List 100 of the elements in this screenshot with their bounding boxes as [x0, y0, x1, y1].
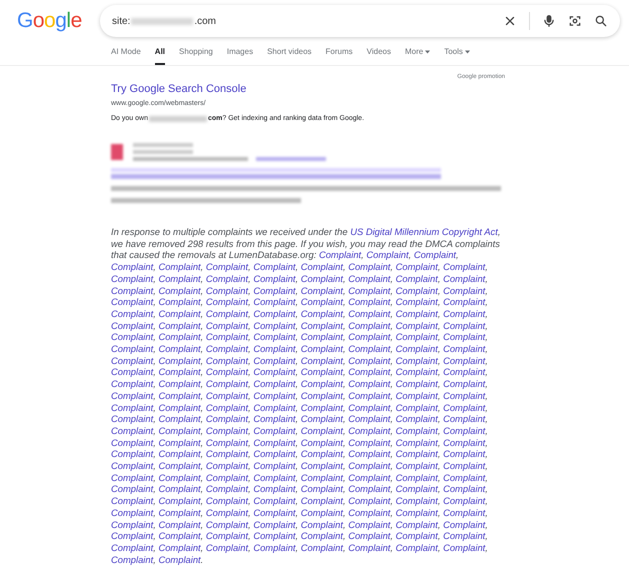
complaint-link[interactable]: Complaint [158, 554, 201, 565]
complaint-link[interactable]: Complaint [443, 518, 486, 530]
complaint-link[interactable]: Complaint [396, 320, 438, 331]
complaint-link[interactable]: Complaint [443, 261, 486, 272]
complaint-link[interactable]: Complaint [300, 448, 343, 460]
complaint-link[interactable]: Complaint [253, 366, 296, 378]
complaint-link[interactable]: Complaint [158, 296, 201, 308]
complaint-link[interactable]: Complaint [158, 472, 201, 483]
microphone-icon[interactable] [542, 14, 556, 28]
complaint-link[interactable]: Complaint [111, 402, 154, 413]
complaint-link[interactable]: Complaint [443, 308, 486, 319]
search-tab[interactable]: Forums [326, 46, 353, 65]
complaint-link[interactable]: Complaint [158, 402, 201, 413]
complaint-link[interactable]: Complaint [111, 354, 154, 366]
complaint-link[interactable]: Complaint [111, 448, 154, 460]
complaint-link[interactable]: Complaint [348, 284, 390, 296]
complaint-link[interactable]: Complaint [206, 261, 248, 272]
complaint-link[interactable]: Complaint [396, 542, 438, 553]
complaint-link[interactable]: Complaint [111, 366, 154, 378]
complaint-link[interactable]: Complaint [111, 390, 154, 401]
complaint-link[interactable]: Complaint [443, 378, 486, 390]
complaint-link[interactable]: Complaint [158, 542, 201, 553]
complaint-link[interactable]: Complaint [348, 320, 390, 331]
complaint-link[interactable]: Complaint [253, 261, 296, 272]
complaint-link[interactable]: Complaint [253, 390, 296, 401]
complaint-link[interactable]: Complaint [206, 495, 248, 506]
complaint-link[interactable]: Complaint [111, 530, 154, 542]
complaint-link[interactable]: Complaint [348, 518, 390, 530]
complaint-link[interactable]: Complaint [396, 448, 438, 460]
complaint-link[interactable]: Complaint [396, 472, 438, 483]
complaint-link[interactable]: Complaint [396, 495, 438, 506]
search-tab[interactable]: Shopping [179, 46, 213, 65]
complaint-link[interactable]: Complaint [443, 296, 486, 308]
complaint-link[interactable]: Complaint [443, 331, 486, 342]
complaint-link[interactable]: Complaint [111, 378, 154, 390]
complaint-link[interactable]: Complaint [158, 378, 201, 390]
complaint-link[interactable]: Complaint [253, 518, 296, 530]
complaint-link[interactable]: Complaint [111, 413, 154, 424]
complaint-link[interactable]: Complaint [158, 436, 201, 448]
complaint-link[interactable]: Complaint [253, 436, 296, 448]
complaint-link[interactable]: Complaint [111, 483, 154, 494]
complaint-link[interactable]: Complaint [300, 460, 343, 472]
complaint-link[interactable]: Complaint [348, 483, 390, 494]
complaint-link[interactable]: Complaint [300, 413, 343, 424]
complaint-link[interactable]: Complaint [111, 261, 154, 272]
complaint-link[interactable]: Complaint [443, 366, 486, 378]
complaint-link[interactable]: Complaint [348, 343, 390, 354]
complaint-link[interactable]: Complaint [206, 518, 248, 530]
complaint-link[interactable]: Complaint [443, 343, 486, 354]
complaint-link[interactable]: Complaint [300, 272, 343, 284]
complaint-link[interactable]: Complaint [158, 343, 201, 354]
complaint-link[interactable]: Complaint [443, 483, 486, 494]
complaint-link[interactable]: Complaint [300, 308, 343, 319]
complaint-link[interactable]: Complaint [396, 413, 438, 424]
complaint-link[interactable]: Complaint [300, 354, 343, 366]
complaint-link[interactable]: Complaint [111, 296, 154, 308]
complaint-link[interactable]: Complaint [396, 483, 438, 494]
complaint-link[interactable]: Complaint [111, 554, 154, 565]
complaint-link[interactable]: Complaint [300, 378, 343, 390]
complaint-link[interactable]: Complaint [253, 424, 296, 436]
complaint-link[interactable]: Complaint [443, 320, 486, 331]
complaint-link[interactable]: Complaint [414, 249, 456, 260]
search-field[interactable]: site: .com [100, 5, 620, 37]
complaint-link[interactable]: Complaint [348, 308, 390, 319]
complaint-link[interactable]: Complaint [396, 308, 438, 319]
complaint-link[interactable]: Complaint [111, 308, 154, 319]
complaint-link[interactable]: Complaint [300, 284, 343, 296]
complaint-link[interactable]: Complaint [348, 472, 390, 483]
complaint-link[interactable]: Complaint [253, 308, 296, 319]
complaint-link[interactable]: Complaint [396, 366, 438, 378]
complaint-link[interactable]: Complaint [206, 413, 248, 424]
complaint-link[interactable]: Complaint [348, 436, 390, 448]
complaint-link[interactable]: Complaint [348, 378, 390, 390]
complaint-link[interactable]: Complaint [443, 542, 486, 553]
complaint-link[interactable]: Complaint [348, 424, 390, 436]
complaint-link[interactable]: Complaint [348, 530, 390, 542]
complaint-link[interactable]: Complaint [443, 472, 486, 483]
complaint-link[interactable]: Complaint [206, 296, 248, 308]
complaint-link[interactable]: Complaint [300, 296, 343, 308]
complaint-link[interactable]: Complaint [348, 448, 390, 460]
complaint-link[interactable]: Complaint [206, 284, 248, 296]
complaint-link[interactable]: Complaint [396, 272, 438, 284]
complaint-link[interactable]: Complaint [253, 354, 296, 366]
complaint-link[interactable]: Complaint [396, 436, 438, 448]
complaint-link[interactable]: Complaint [443, 530, 486, 542]
complaint-link[interactable]: Complaint [348, 354, 390, 366]
complaint-link[interactable]: Complaint [111, 424, 154, 436]
complaint-link[interactable]: Complaint [111, 320, 154, 331]
search-tab[interactable]: AI Mode [111, 46, 141, 65]
complaint-link[interactable]: Complaint [300, 495, 343, 506]
complaint-link[interactable]: Complaint [158, 413, 201, 424]
complaint-link[interactable]: Complaint [348, 402, 390, 413]
complaint-link[interactable]: Complaint [158, 272, 201, 284]
complaint-link[interactable]: Complaint [318, 249, 362, 260]
complaint-link[interactable]: Complaint [206, 436, 248, 448]
complaint-link[interactable]: Complaint [158, 261, 201, 272]
complaint-link[interactable]: Complaint [443, 413, 486, 424]
complaint-link[interactable]: Complaint [253, 296, 296, 308]
complaint-link[interactable]: Complaint [206, 424, 248, 436]
complaint-link[interactable]: Complaint [396, 354, 438, 366]
